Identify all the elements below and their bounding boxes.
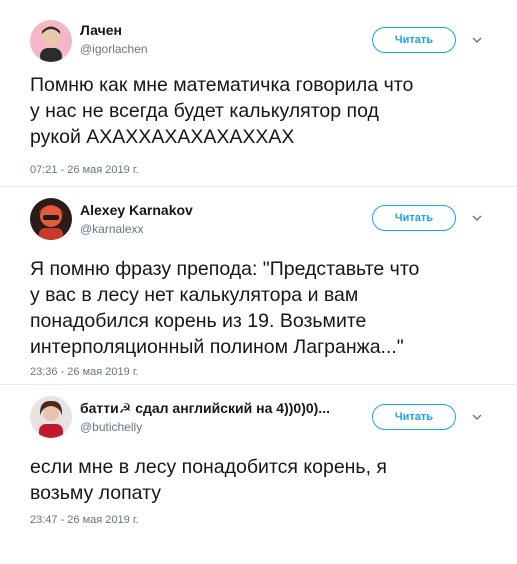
- tweet-3: батти☭ сдал английский на 4))0)0)... @bu…: [0, 384, 517, 564]
- tweet-text: Помню как мне математичка говорила что у…: [30, 74, 414, 148]
- chevron-down-icon[interactable]: [470, 33, 484, 47]
- tweet-2: Alexey Karnakov @karnalexx Читать Я помн…: [0, 186, 517, 384]
- user-handle[interactable]: @butichelly: [80, 420, 142, 434]
- display-name[interactable]: Alexey Karnakov: [80, 202, 193, 218]
- chevron-down-icon[interactable]: [470, 410, 484, 424]
- tweet-text: если мне в лесу понадобится корень, я во…: [30, 456, 387, 504]
- follow-button[interactable]: Читать: [372, 404, 456, 430]
- tweet-timestamp[interactable]: 07:21 - 26 мая 2019 г.: [30, 164, 139, 176]
- user-avatar-icon: [30, 20, 72, 62]
- tweet-1: Лачен @igorlachen Читать Помню как мне м…: [0, 0, 517, 186]
- follow-button[interactable]: Читать: [372, 205, 456, 231]
- tweet-timestamp[interactable]: 23:47 - 26 мая 2019 г.: [30, 514, 139, 526]
- follow-button[interactable]: Читать: [372, 27, 456, 53]
- avatar[interactable]: [30, 396, 72, 438]
- chevron-down-icon[interactable]: [470, 211, 484, 225]
- display-name[interactable]: Лачен: [80, 22, 122, 38]
- display-name[interactable]: батти☭ сдал английский на 4))0)0)...: [80, 400, 330, 417]
- user-avatar-icon: [30, 396, 72, 438]
- tweet-text: Я помню фразу препода: "Представьте что …: [30, 258, 420, 358]
- tweet-timestamp[interactable]: 23:36 - 26 мая 2019 г.: [30, 366, 139, 378]
- avatar[interactable]: [30, 20, 72, 62]
- avatar[interactable]: [30, 198, 72, 240]
- user-handle[interactable]: @karnalexx: [80, 222, 144, 236]
- user-avatar-icon: [30, 198, 72, 240]
- user-handle[interactable]: @igorlachen: [80, 42, 148, 56]
